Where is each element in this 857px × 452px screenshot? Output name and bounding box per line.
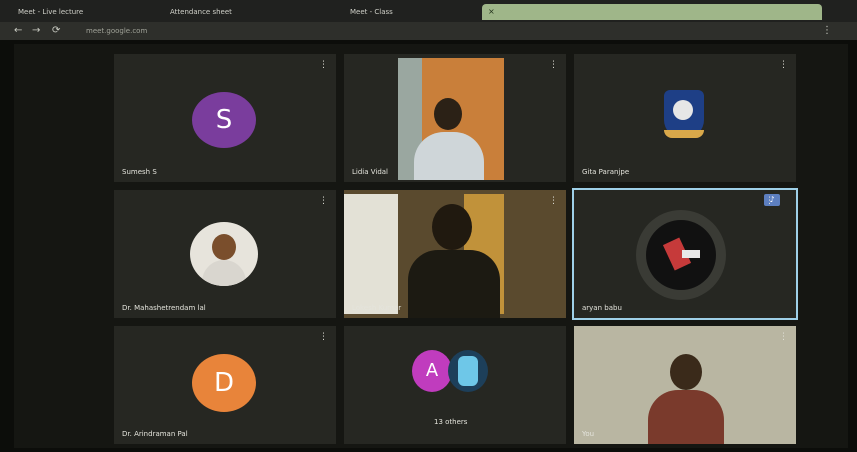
logo-ribbon [664, 130, 704, 138]
window-light [344, 194, 398, 314]
reload-icon[interactable]: ⟳ [52, 25, 60, 37]
participant-tile[interactable]: S ⋮ Sumesh S [114, 54, 336, 182]
participant-name: Sumesh S [122, 168, 157, 176]
url-text: meet.google.com [86, 27, 148, 35]
participant-shirt [414, 132, 484, 180]
participant-head [670, 354, 702, 390]
participant-name: Gita Paranjpe [582, 168, 630, 176]
participant-name: Dr. Arindraman Pal [122, 430, 188, 438]
participant-tile[interactable]: ⋮ You [574, 326, 796, 444]
participant-tile[interactable]: ⋮ Dr. Mahashetrendam lal [114, 190, 336, 318]
photo-figure-detail [682, 250, 700, 258]
participant-shirt [648, 390, 724, 444]
others-count: 13 others [434, 418, 468, 426]
participant-name: Lidia Vidal [352, 168, 389, 176]
avatar-figure [458, 356, 478, 386]
participant-name: Dr. Mahashetrendam lal [122, 304, 206, 312]
participant-avatar: S [192, 92, 256, 148]
meeting-grid: S ⋮ Sumesh S ⋮ Lidia Vidal ⋮ Gita Paranj… [14, 44, 848, 448]
participant-head [212, 234, 236, 260]
participant-tile[interactable]: A 13 others [344, 326, 566, 444]
tab-meet-class[interactable]: Meet - Class [350, 4, 460, 20]
browser-tab-bar: Meet - Live lecture Attendance sheet Mee… [0, 0, 857, 22]
extensions-icon[interactable]: ⋮ [822, 25, 832, 37]
url-field[interactable]: meet.google.com [86, 24, 786, 38]
more-vertical-icon[interactable]: ⋮ [319, 332, 328, 342]
participant-name: You [582, 430, 595, 438]
more-vertical-icon[interactable]: ⋮ [779, 332, 788, 342]
close-tab-icon[interactable]: × [488, 7, 495, 16]
participant-tile[interactable]: ⋮ Gita Paranjpe [574, 54, 796, 182]
participant-body [408, 250, 500, 318]
participant-photo [646, 220, 716, 290]
participant-shirt [202, 260, 246, 286]
camera-feed [398, 58, 504, 180]
logo-emblem [673, 100, 693, 120]
tab-label: Meet - Class [350, 8, 393, 16]
tab-label: Meet - Live lecture [18, 8, 84, 16]
participant-head [432, 204, 472, 250]
participant-name: aryan babu [582, 304, 622, 312]
more-vertical-icon[interactable]: ⋮ [549, 60, 558, 70]
more-vertical-icon[interactable]: ⋮ [549, 196, 558, 206]
tab-label: Attendance sheet [170, 8, 232, 16]
participant-tile[interactable]: ⋮ Lidia Vidal [344, 54, 566, 182]
tab-attendance[interactable]: Attendance sheet [170, 4, 300, 20]
participant-photo-ring [636, 210, 726, 300]
participant-tile[interactable]: ♪ ⋮ aryan babu [572, 188, 798, 320]
more-vertical-icon[interactable]: ⋮ [319, 60, 328, 70]
more-vertical-icon[interactable]: ⋮ [765, 196, 774, 206]
participant-photo [190, 222, 258, 286]
back-arrow-icon[interactable]: ← [14, 25, 22, 37]
participant-avatar-other [448, 350, 488, 392]
participant-head [434, 98, 462, 130]
address-bar: ← → ⟳ meet.google.com ⋮ [0, 22, 857, 40]
organization-logo [664, 90, 704, 138]
forward-arrow-icon[interactable]: → [32, 25, 40, 37]
participant-tile[interactable]: ⋮ Lokesh Kumar [344, 190, 566, 318]
tab-meet-live[interactable]: Meet - Live lecture [18, 4, 128, 20]
more-vertical-icon[interactable]: ⋮ [779, 60, 788, 70]
more-vertical-icon[interactable]: ⋮ [319, 196, 328, 206]
participant-tile[interactable]: D ⋮ Dr. Arindraman Pal [114, 326, 336, 444]
participant-name: Lokesh Kumar [352, 304, 402, 312]
participant-avatar: D [192, 354, 256, 412]
participant-avatar: A [412, 350, 452, 392]
tab-active[interactable]: × [482, 4, 822, 20]
